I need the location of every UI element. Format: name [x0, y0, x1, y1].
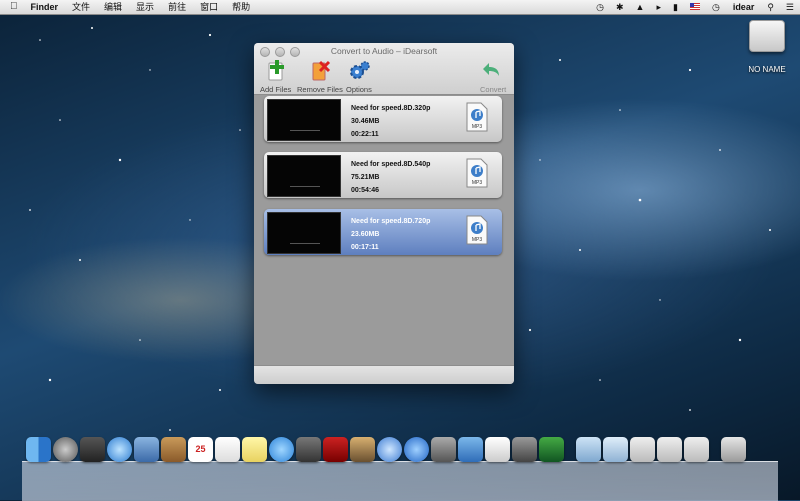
time-machine-icon[interactable]: ◷ [590, 0, 610, 14]
volume-icon[interactable]: ▸ [650, 0, 667, 14]
trash-icon[interactable] [721, 437, 746, 462]
add-files-button[interactable]: Add Files [260, 60, 291, 94]
video-thumbnail [267, 155, 341, 197]
dock-icons: 25 [26, 437, 746, 462]
textedit-icon[interactable] [485, 437, 510, 462]
user-name[interactable]: idear [726, 0, 762, 14]
keychain-icon[interactable] [512, 437, 537, 462]
iphoto-icon[interactable] [350, 437, 375, 462]
options-button[interactable]: Options [346, 60, 372, 94]
clock-icon[interactable]: ◷ [706, 0, 726, 14]
menu-help[interactable]: 帮助 [225, 0, 257, 14]
file-row-selected[interactable]: Need for speed.8D.720p 23.60MB 00:17:11 … [264, 209, 502, 255]
notes-icon[interactable] [242, 437, 267, 462]
file-row[interactable]: Need for speed.8D.320p 30.46MB 00:22:11 … [264, 96, 502, 142]
menu-window[interactable]: 窗口 [193, 0, 225, 14]
battery-icon[interactable]: ▮ [667, 0, 684, 14]
finder-icon[interactable] [26, 437, 51, 462]
window-titlebar: Convert to Audio – iDearsoft Add Files R… [254, 43, 514, 95]
file-size: 75.21MB [351, 174, 380, 181]
menu-app-name[interactable]: Finder [24, 0, 66, 14]
video-thumbnail [267, 212, 341, 254]
menu-extras: ◷ ✱ ▲ ▸ ▮ ◷ idear ⚲ ☰ [590, 0, 800, 14]
convert-button[interactable]: Convert [480, 60, 506, 94]
reminders-icon[interactable] [215, 437, 240, 462]
calendar-icon[interactable]: 25 [188, 437, 213, 462]
mp3-format-icon[interactable]: MP3 [466, 102, 488, 132]
window-title: Convert to Audio – iDearsoft [330, 46, 438, 56]
stack-icon[interactable] [657, 437, 682, 462]
drive-icon [749, 20, 785, 52]
photo-booth-icon[interactable] [323, 437, 348, 462]
convert-icon [480, 60, 506, 82]
svg-text:MP3: MP3 [472, 237, 483, 243]
menu-file[interactable]: 文件 [65, 0, 97, 14]
safari-icon[interactable] [107, 437, 132, 462]
menu-go[interactable]: 前往 [161, 0, 193, 14]
calendar-day: 25 [195, 444, 206, 454]
dock [22, 461, 778, 501]
file-row[interactable]: Need for speed.8D.540p 75.21MB 00:54:46 … [264, 152, 502, 198]
menu-edit[interactable]: 编辑 [97, 0, 129, 14]
file-name: Need for speed.8D.540p [351, 161, 431, 168]
file-duration: 00:17:11 [351, 244, 379, 251]
system-preferences-icon[interactable] [431, 437, 456, 462]
flag-icon[interactable] [684, 0, 706, 14]
add-files-icon [260, 60, 291, 82]
stack-icon[interactable] [684, 437, 709, 462]
downloads-folder-icon[interactable] [603, 437, 628, 462]
svg-text:MP3: MP3 [472, 124, 483, 130]
gear-icon [346, 60, 372, 82]
menu-view[interactable]: 显示 [129, 0, 161, 14]
documents-folder-icon[interactable] [576, 437, 601, 462]
mp3-format-icon[interactable]: MP3 [466, 158, 488, 188]
facetime-icon[interactable] [296, 437, 321, 462]
mp3-format-icon[interactable]: MP3 [466, 215, 488, 245]
remove-files-label: Remove Files [297, 85, 343, 94]
messages-icon[interactable] [269, 437, 294, 462]
options-label: Options [346, 85, 372, 94]
remove-files-button[interactable]: Remove Files [297, 60, 343, 94]
launchpad-icon[interactable] [53, 437, 78, 462]
music-icon[interactable] [539, 437, 564, 462]
file-size: 23.60MB [351, 231, 380, 238]
itunes-icon[interactable] [377, 437, 402, 462]
desktop-drive[interactable]: NO NAME [744, 20, 790, 74]
file-name: Need for speed.8D.720p [351, 218, 431, 225]
add-files-label: Add Files [260, 85, 292, 94]
bluetooth-icon[interactable]: ✱ [610, 0, 630, 14]
file-duration: 00:22:11 [351, 131, 379, 138]
convert-label: Convert [480, 85, 507, 94]
list-icon[interactable]: ☰ [780, 0, 800, 14]
contacts-icon[interactable] [161, 437, 186, 462]
preview-icon[interactable] [134, 437, 159, 462]
file-name: Need for speed.8D.320p [351, 105, 431, 112]
mission-control-icon[interactable] [80, 437, 105, 462]
file-size: 30.46MB [351, 118, 380, 125]
app-store-icon[interactable] [404, 437, 429, 462]
video-thumbnail [267, 99, 341, 141]
wifi-icon[interactable]: ▲ [630, 0, 651, 14]
menu-bar:  Finder 文件 编辑 显示 前往 窗口 帮助 ◷ ✱ ▲ ▸ ▮ ◷ i… [0, 0, 800, 15]
svg-text:MP3: MP3 [472, 180, 483, 186]
drive-label: NO NAME [748, 65, 786, 74]
xcode-icon[interactable] [458, 437, 483, 462]
file-duration: 00:54:46 [351, 187, 380, 194]
spotlight-icon[interactable]: ⚲ [761, 0, 780, 14]
remove-files-icon [297, 60, 343, 82]
stack-icon[interactable] [630, 437, 655, 462]
window-statusbar [254, 365, 514, 384]
apple-icon[interactable]:  [0, 0, 24, 14]
convert-window: Convert to Audio – iDearsoft Add Files R… [254, 43, 514, 384]
